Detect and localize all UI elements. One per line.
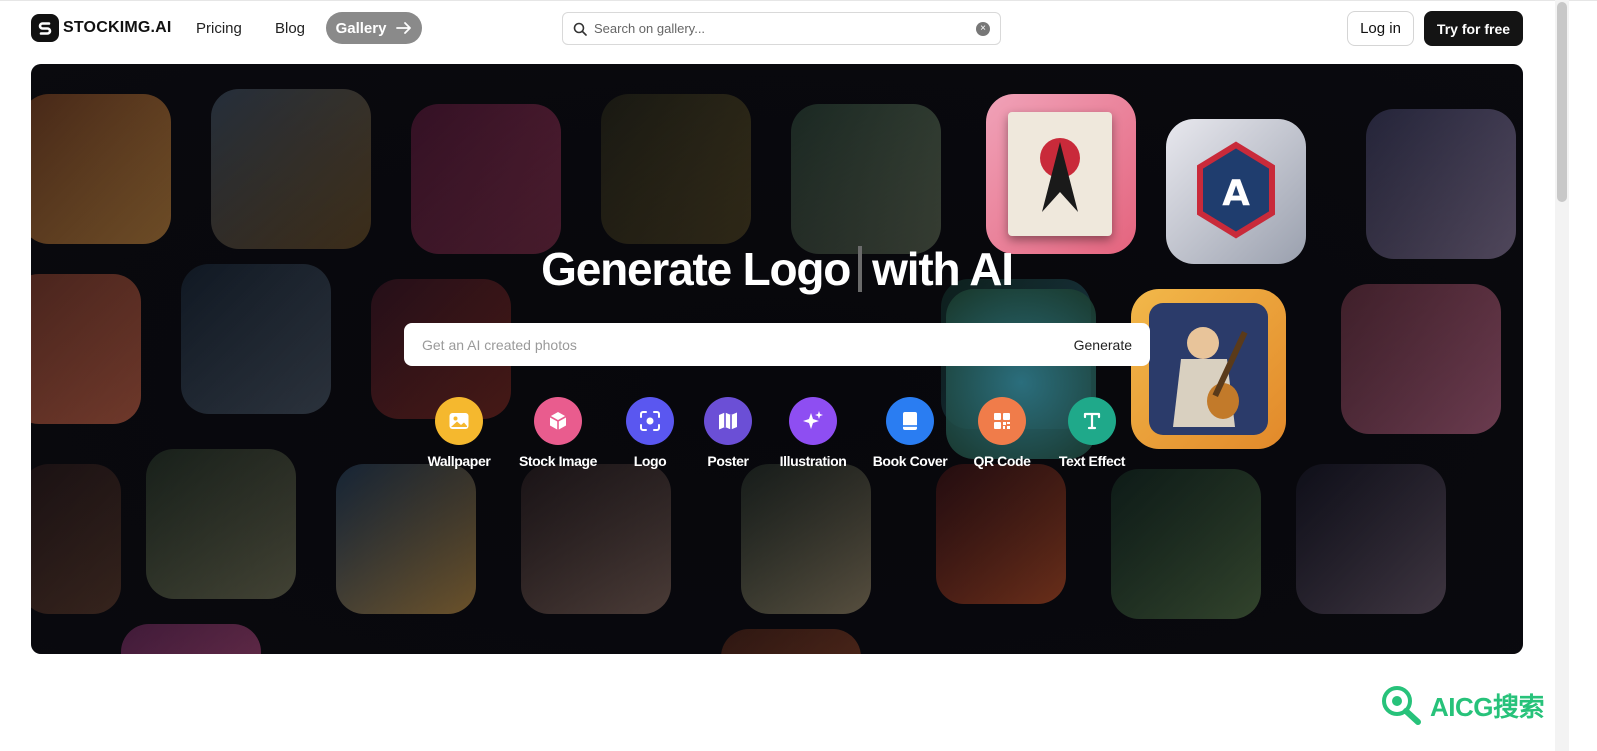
prompt-input[interactable] xyxy=(422,336,1056,353)
category-icon-circle xyxy=(704,397,752,445)
hero-headline: Generate Logo with AI xyxy=(31,242,1523,296)
top-navigation: STOCKIMG.AI Pricing Blog Gallery × Log i… xyxy=(0,0,1555,58)
category-label: Illustration xyxy=(779,453,847,469)
category-icon-circle xyxy=(435,397,483,445)
svg-text:A: A xyxy=(1222,173,1250,214)
gallery-search-input[interactable] xyxy=(594,21,976,36)
category-label: Stock Image xyxy=(518,453,598,469)
clear-search-icon[interactable]: × xyxy=(976,21,990,36)
watermark-text: AICG搜索 xyxy=(1430,691,1545,722)
category-icon-circle xyxy=(978,397,1026,445)
map-icon xyxy=(719,412,737,430)
typing-caret xyxy=(858,246,863,292)
category-icon-circle xyxy=(1068,397,1116,445)
image-icon xyxy=(449,413,469,429)
category-illustration[interactable]: Illustration xyxy=(758,397,868,469)
page-scrollbar-thumb[interactable] xyxy=(1557,2,1567,202)
gallery-button-label: Gallery xyxy=(335,19,387,37)
nav-link-blog[interactable]: Blog xyxy=(275,20,305,37)
category-icon-circle xyxy=(626,397,674,445)
category-label: Book Cover xyxy=(872,453,948,469)
brand-logo[interactable]: STOCKIMG.AI xyxy=(31,14,172,42)
category-icon-circle xyxy=(789,397,837,445)
arrow-right-icon xyxy=(396,22,412,34)
qr-icon xyxy=(994,413,1010,429)
box-icon xyxy=(549,412,567,430)
category-label: Text Effect xyxy=(1058,453,1126,469)
login-button[interactable]: Log in xyxy=(1347,11,1414,46)
category-label: Poster xyxy=(707,453,749,469)
try-for-free-button[interactable]: Try for free xyxy=(1424,11,1523,46)
category-list: Wallpaper Stock Image Logo Poster Illust… xyxy=(31,397,1523,477)
category-label: QR Code xyxy=(973,453,1031,469)
prompt-box: Generate xyxy=(404,323,1150,366)
search-icon xyxy=(573,22,587,36)
brand-logo-icon xyxy=(31,14,59,42)
hero-headline-part2: with AI xyxy=(872,243,1014,295)
hero-banner: A Generate Logo with AI Generate Wallpape… xyxy=(31,64,1523,654)
focus-icon xyxy=(640,411,660,431)
text-icon xyxy=(1083,412,1101,430)
book-icon xyxy=(903,412,917,430)
brand-name: STOCKIMG.AI xyxy=(63,19,172,36)
category-text-effect[interactable]: Text Effect xyxy=(1037,397,1147,469)
gallery-search: × xyxy=(562,12,1001,45)
hero-headline-part1: Generate Logo xyxy=(541,243,851,295)
magnifier-logo-icon xyxy=(1382,686,1421,725)
sparkles-icon xyxy=(803,411,823,429)
gallery-button[interactable]: Gallery xyxy=(326,12,422,44)
watermark: AICG搜索 xyxy=(1380,684,1545,726)
category-label: Logo xyxy=(633,453,667,469)
category-wallpaper[interactable]: Wallpaper xyxy=(404,397,514,469)
category-icon-circle xyxy=(886,397,934,445)
nav-link-pricing[interactable]: Pricing xyxy=(196,20,242,37)
category-icon-circle xyxy=(534,397,582,445)
category-label: Wallpaper xyxy=(427,453,491,469)
featured-tile xyxy=(986,94,1136,254)
generate-button[interactable]: Generate xyxy=(1056,323,1150,366)
